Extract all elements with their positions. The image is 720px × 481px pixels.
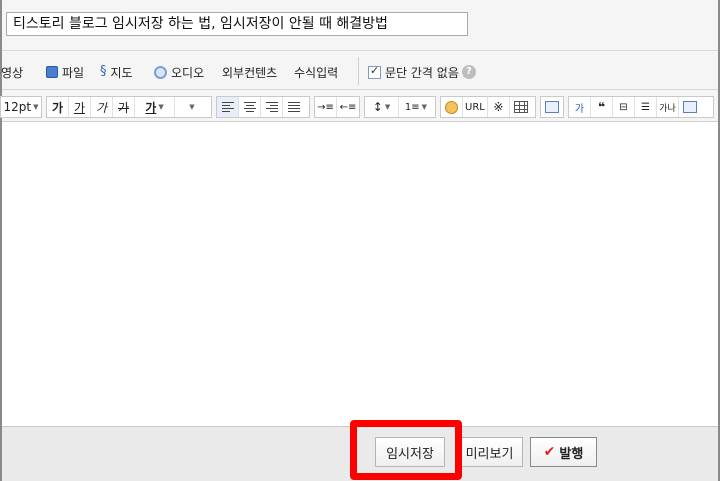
- strikethrough-button[interactable]: 가: [113, 97, 135, 117]
- divider-button[interactable]: ⊟: [613, 97, 635, 117]
- block-group: 가 ❝ ⊟ ☰ 가나: [568, 96, 714, 118]
- insert-audio-label: 오디오: [171, 65, 205, 80]
- title-row: 티스토리 블로그 임시저장 하는 법, 임시저장이 안될 때 해결방법: [2, 0, 718, 50]
- reference-mark-button[interactable]: ※: [488, 97, 510, 117]
- publish-button[interactable]: ✔ 발행: [530, 437, 597, 467]
- insert-file-button[interactable]: 파일: [46, 63, 84, 81]
- box-button[interactable]: 가: [569, 97, 591, 117]
- layout-button[interactable]: [541, 97, 563, 117]
- line-height-button[interactable]: ↕ ▼: [365, 97, 399, 117]
- underline-button[interactable]: 가: [69, 97, 91, 117]
- divider-icon: ⊟: [619, 101, 628, 113]
- align-center-icon: [243, 101, 256, 113]
- indent-group: →≡ ←≡: [314, 96, 360, 118]
- align-right-button[interactable]: [261, 97, 283, 117]
- html-mode-button[interactable]: [679, 97, 701, 117]
- italic-button[interactable]: 가: [91, 97, 113, 117]
- outdent-icon: ←≡: [339, 101, 357, 113]
- bold-button[interactable]: 가: [47, 97, 69, 117]
- insert-toolbar: 동영상 파일 § 지도 오디오 외부컨텐츠 수식입력 문단 간격 없음 ?: [0, 50, 718, 90]
- html-mode-icon: [683, 101, 697, 113]
- insert-video-label: 동영상: [0, 65, 24, 80]
- layout-icon: [545, 101, 559, 113]
- insert-audio-button[interactable]: 오디오: [154, 63, 204, 81]
- format-toolbar: 12pt ▼ 가 가 가 가 가 ▼ ▼ →≡ ←≡ ↕ ▼ 1≡ ▼ URL …: [0, 90, 718, 122]
- url-button[interactable]: URL: [463, 97, 488, 117]
- audio-disc-icon: [154, 65, 167, 79]
- publish-label: 발행: [559, 446, 584, 462]
- align-group: [216, 96, 310, 118]
- toolbar-divider: [358, 57, 359, 85]
- indent-icon: →≡: [317, 101, 334, 113]
- align-justify-button[interactable]: [283, 97, 305, 117]
- emoticon-button[interactable]: [441, 97, 463, 117]
- insert-external-content-button[interactable]: 외부컨텐츠: [222, 63, 277, 81]
- align-left-icon: [221, 101, 234, 113]
- more-line-button[interactable]: ☰: [635, 97, 657, 117]
- spacing-list-group: ↕ ▼ 1≡ ▼: [364, 96, 436, 118]
- paragraph-spacing-checkbox[interactable]: [368, 64, 381, 79]
- file-icon: [46, 66, 58, 78]
- align-justify-icon: [288, 101, 300, 113]
- insert-misc-group: URL ※: [440, 96, 536, 118]
- save-draft-button[interactable]: 임시저장: [375, 437, 445, 467]
- editor-window: 티스토리 블로그 임시저장 하는 법, 임시저장이 안될 때 해결방법 동영상 …: [0, 0, 720, 481]
- background-color-button[interactable]: ▼: [175, 97, 207, 117]
- insert-file-label: 파일: [62, 65, 85, 80]
- no-paragraph-spacing-label: 문단 간격 없음: [385, 65, 459, 80]
- numbered-list-icon: 1≡: [404, 101, 420, 113]
- editor-content-area[interactable]: [2, 122, 718, 426]
- insert-formula-label: 수식입력: [294, 65, 339, 80]
- font-size-select[interactable]: 12pt ▼: [0, 96, 42, 118]
- indent-button[interactable]: →≡: [315, 97, 337, 117]
- action-bar: 임시저장 미리보기 ✔ 발행: [2, 426, 718, 481]
- table-icon: [513, 101, 528, 113]
- map-pin-icon: §: [100, 64, 107, 79]
- check-icon: ✔: [543, 444, 556, 460]
- table-button[interactable]: [510, 97, 532, 117]
- preview-button[interactable]: 미리보기: [456, 437, 523, 467]
- font-size-value: 12pt ▼: [3, 100, 39, 114]
- post-title-input[interactable]: 티스토리 블로그 임시저장 하는 법, 임시저장이 안될 때 해결방법: [6, 12, 468, 36]
- list-button[interactable]: 1≡ ▼: [399, 97, 433, 117]
- insert-map-label: 지도: [110, 65, 133, 80]
- no-paragraph-spacing-toggle[interactable]: 문단 간격 없음 ?: [368, 63, 476, 81]
- align-left-button[interactable]: [217, 97, 239, 117]
- quote-button[interactable]: ❝: [591, 97, 613, 117]
- align-center-button[interactable]: [239, 97, 261, 117]
- footnote-button[interactable]: 가나: [657, 97, 679, 117]
- more-line-icon: ☰: [641, 101, 650, 113]
- insert-video-button[interactable]: 동영상: [0, 63, 23, 81]
- insert-map-button[interactable]: § 지도: [100, 63, 133, 81]
- font-color-button[interactable]: 가 ▼: [135, 97, 175, 117]
- help-icon[interactable]: ?: [461, 65, 476, 79]
- insert-external-label: 외부컨텐츠: [222, 65, 278, 80]
- emoticon-icon: [445, 100, 458, 114]
- line-height-icon: ↕: [372, 100, 383, 114]
- insert-formula-button[interactable]: 수식입력: [294, 63, 338, 81]
- layout-group: [540, 96, 564, 118]
- outdent-button[interactable]: ←≡: [337, 97, 359, 117]
- align-right-icon: [265, 101, 278, 113]
- text-style-group: 가 가 가 가 가 ▼ ▼: [46, 96, 212, 118]
